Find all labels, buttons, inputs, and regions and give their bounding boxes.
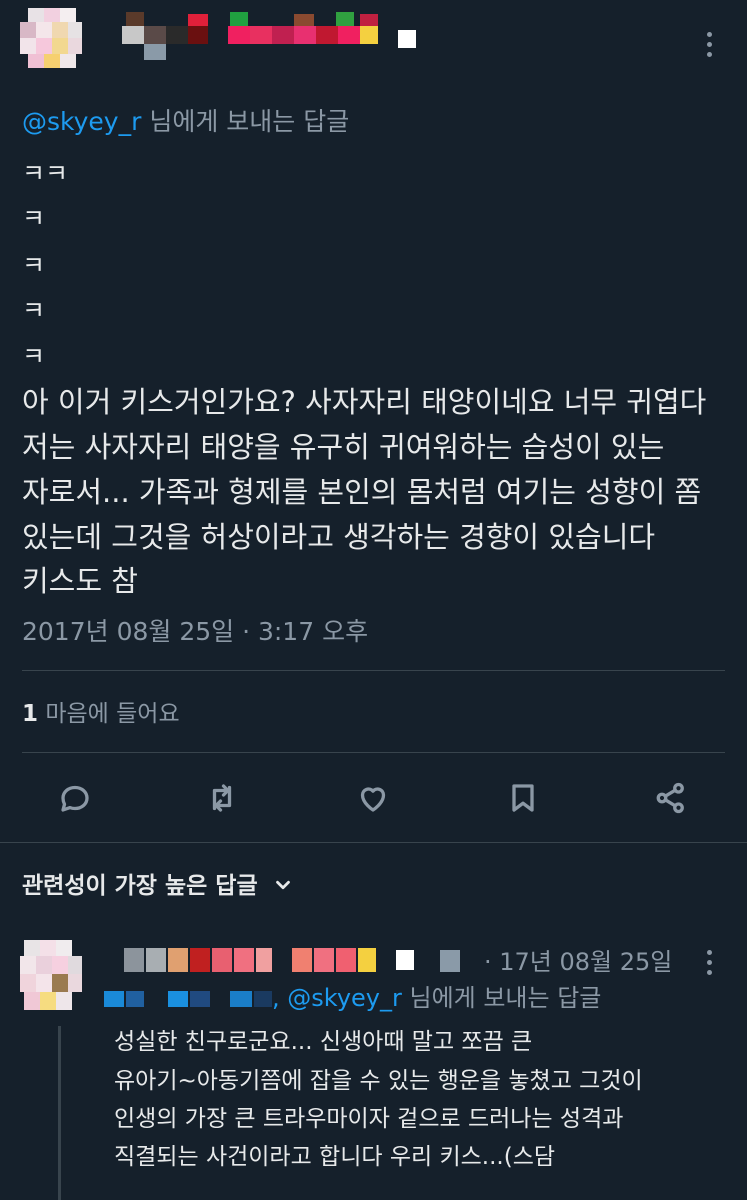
reply-mention-prefix: ,	[272, 984, 288, 1012]
reply-icon	[61, 785, 89, 812]
reply-mention-handle[interactable]: @skyey_r	[287, 984, 402, 1012]
share-button[interactable]	[653, 780, 689, 816]
reply-to-line: @skyey_r 님에게 보내는 답글	[22, 106, 349, 138]
author-name-blurred[interactable]	[122, 10, 422, 68]
tweet-line: ㅋ	[22, 296, 46, 325]
reply-mentions-blurred[interactable]	[104, 989, 280, 1009]
chevron-down-icon	[275, 880, 290, 890]
tweet-line: ㅋ	[22, 342, 46, 371]
reply-line: 유아기~아동기쯤에 잡을 수 있는 행운을 놓쳤고 그것이	[114, 1068, 643, 1094]
divider	[0, 842, 747, 843]
reply-line: 인생의 가장 큰 트라우마이자 겉으로 드러나는 성격과	[114, 1106, 624, 1132]
replies-sort-dropdown[interactable]: 관련성이 가장 높은 답글	[22, 870, 294, 902]
tweet-line: ㅋ	[22, 251, 46, 280]
divider	[22, 670, 725, 671]
reply-avatar[interactable]	[20, 940, 84, 1014]
tweet-timestamp[interactable]: 2017년 08월 25일 · 3:17 오후	[22, 616, 368, 648]
likes-label: 마음에 들어요	[38, 701, 180, 727]
tweet-line: 자로서... 가족과 형제를 본인의 몸처럼 여기는 성향이 쫌	[22, 475, 702, 509]
retweet-icon	[212, 784, 232, 812]
tweet-line: 아 이거 키스거인가요? 사자자리 태양이네요 너무 귀엽다	[22, 385, 707, 419]
replies-sort-label: 관련성이 가장 높은 답글	[22, 873, 258, 899]
likes-count-row[interactable]: 1 마음에 들어요	[22, 698, 180, 730]
reply-mention-suffix: 님에게 보내는 답글	[401, 984, 602, 1012]
reply-line: 직결되는 사건이라고 합니다 우리 키스...(스담	[114, 1144, 556, 1170]
author-avatar[interactable]	[20, 8, 84, 72]
reply-author-name-blurred[interactable]	[124, 948, 464, 974]
tweet-line: 키스도 참	[22, 564, 138, 598]
tweet-line: ㅋ	[22, 204, 46, 233]
reply-date[interactable]: · 17년 08월 25일	[484, 946, 672, 978]
divider	[22, 752, 725, 753]
retweet-button[interactable]	[204, 780, 240, 816]
bookmark-icon	[512, 784, 534, 812]
reply-to-suffix: 님에게 보내는 답글	[141, 107, 350, 136]
reply-mention-line: , @skyey_r 님에게 보내는 답글	[272, 982, 601, 1014]
reply-button[interactable]	[57, 780, 93, 816]
likes-count: 1	[22, 701, 39, 727]
tweet-line: 저는 사자자리 태양을 유구히 귀여워하는 습성이 있는	[22, 430, 665, 464]
reply-line: 성실한 친구로군요... 신생아때 말고 쪼끔 큰	[114, 1029, 533, 1055]
share-icon	[656, 782, 684, 814]
tweet-line: ㅋㅋ	[22, 159, 69, 188]
reply-more-options-icon[interactable]	[707, 950, 713, 975]
like-icon	[360, 787, 386, 812]
bookmark-button[interactable]	[505, 780, 541, 816]
tweet-line: 있는데 그것을 허상이라고 생각하는 경향이 있습니다	[22, 520, 656, 554]
more-options-icon[interactable]	[707, 32, 713, 57]
reply-to-handle[interactable]: @skyey_r	[22, 107, 141, 136]
like-button[interactable]	[355, 780, 391, 816]
thread-line	[58, 1026, 61, 1200]
